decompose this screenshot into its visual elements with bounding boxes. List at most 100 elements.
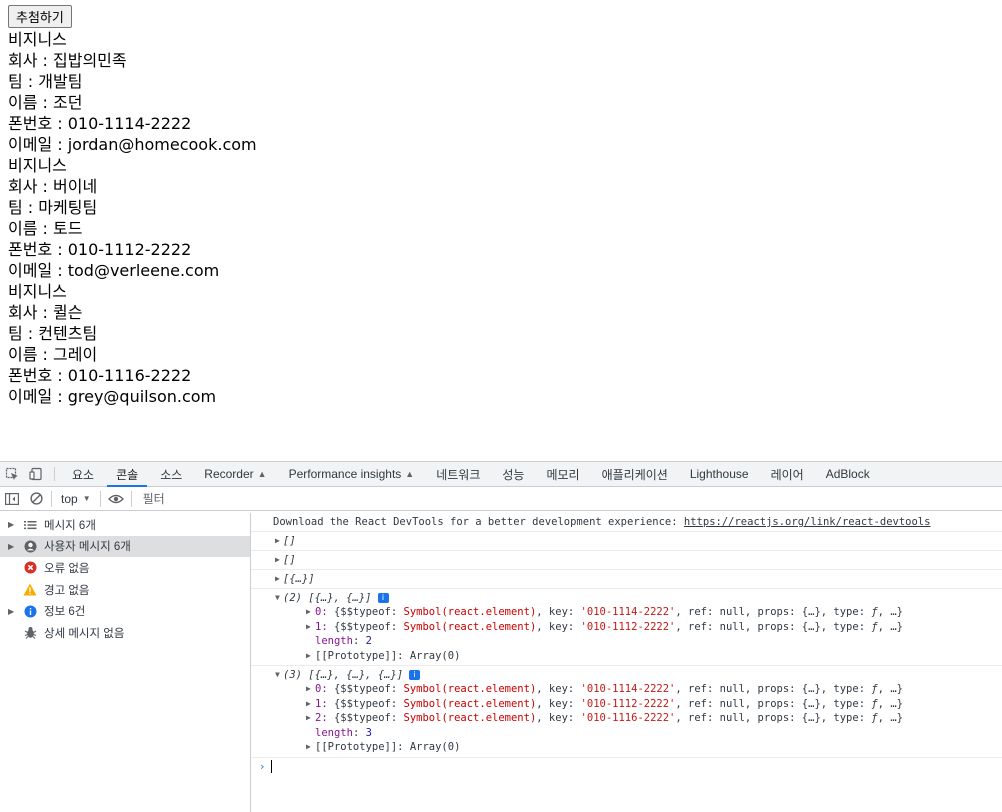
console-toolbar: top ▼ 필터 <box>0 487 1002 511</box>
tab-performance[interactable]: 성능 <box>491 462 535 486</box>
item-key: '010-1112-2222' <box>580 620 676 633</box>
card-phone: 폰번호 : 010-1114-2222 <box>8 114 192 133</box>
log-entry-react-devtools: Download the React DevTools for a better… <box>251 513 1002 532</box>
inspect-element-icon[interactable] <box>0 462 24 486</box>
log-entry[interactable]: ▶ [] <box>251 551 1002 570</box>
tab-elements[interactable]: 요소 <box>61 462 105 486</box>
card-name: 이름 : 조던 <box>8 93 83 112</box>
sidebar-toggle-icon[interactable] <box>0 487 24 511</box>
tab-network[interactable]: 네트워크 <box>425 462 491 486</box>
tab-sources[interactable]: 소스 <box>149 462 193 486</box>
business-card: 비지니스 회사 : 퀼슨 팀 : 컨텐츠팀 이름 : 그레이 폰번호 : 010… <box>8 281 988 407</box>
log-message: Download the React DevTools for a better… <box>273 516 684 528</box>
business-card: 비지니스 회사 : 버이네 팀 : 마케팅팀 이름 : 토드 폰번호 : 010… <box>8 155 988 281</box>
item-index: 0: <box>315 683 334 695</box>
business-card: 비지니스 회사 : 집밥의민족 팀 : 개발팀 이름 : 조던 폰번호 : 01… <box>8 29 988 155</box>
sidebar-item-info[interactable]: ▶ 정보 6건 <box>0 600 250 622</box>
tab-console[interactable]: 콘솔 <box>105 462 149 487</box>
clear-console-icon[interactable] <box>24 487 48 511</box>
array-item[interactable]: ▶ 0: {$$typeof: Symbol(react.element), k… <box>273 605 1002 620</box>
card-category: 비지니스 <box>8 282 67 301</box>
tab-application[interactable]: 애플리케이션 <box>591 462 679 486</box>
array-item[interactable]: ▶ 1: {$$typeof: Symbol(react.element), k… <box>273 697 1002 712</box>
tab-memory[interactable]: 메모리 <box>535 462 590 486</box>
array-prototype[interactable]: ▶ [[Prototype]]: Array(0) <box>273 649 1002 664</box>
sidebar-item-label: 경고 없음 <box>44 584 90 597</box>
text-cursor <box>271 760 273 773</box>
expand-arrow-icon: ▶ <box>306 684 311 693</box>
tab-recorder-label: Recorder <box>204 467 254 481</box>
expand-arrow-icon: ▶ <box>8 541 15 551</box>
info-icon <box>22 604 38 618</box>
log-entry[interactable]: ▶ [{…}] <box>251 570 1002 589</box>
array-prototype[interactable]: ▶ [[Prototype]]: Array(0) <box>273 740 1002 755</box>
flask-icon: ▲ <box>405 469 415 479</box>
item-index: 1: <box>315 697 334 710</box>
tab-layers[interactable]: 레이어 <box>760 462 815 486</box>
array-item[interactable]: ▶ 2: {$$typeof: Symbol(react.element), k… <box>273 711 1002 726</box>
array-length: length: 2 <box>315 635 372 647</box>
expand-arrow-icon: ▶ <box>8 520 15 530</box>
card-team: 팀 : 마케팅팀 <box>8 198 98 217</box>
array-item[interactable]: ▶ 1: {$$typeof: Symbol(react.element), k… <box>273 620 1002 635</box>
array-header: ▼ (3) [{…}, {…}, {…}] i <box>273 668 1002 682</box>
expand-arrow-icon: ▶ <box>275 574 280 583</box>
sidebar-item-warnings[interactable]: 경고 없음 <box>0 579 250 601</box>
sidebar-item-user-messages[interactable]: ▶ 사용자 메시지 6개 <box>0 535 250 558</box>
item-key: '010-1112-2222' <box>580 697 676 710</box>
react-devtools-link[interactable]: https://reactjs.org/link/react-devtools <box>684 516 931 528</box>
expand-arrow-icon: ▶ <box>306 698 311 708</box>
expand-arrow-icon: ▶ <box>306 607 311 616</box>
error-icon <box>22 561 38 575</box>
tab-adblock[interactable]: AdBlock <box>815 462 881 486</box>
expand-arrow-icon: ▶ <box>8 606 15 616</box>
device-toolbar-icon[interactable] <box>24 462 48 486</box>
log-entry-array-2[interactable]: ▼ (2) [{…}, {…}] i ▶ 0: {$$typeof: Symbol… <box>251 589 1002 666</box>
item-key: '010-1116-2222' <box>580 712 676 724</box>
card-name: 이름 : 토드 <box>8 219 83 238</box>
live-expression-eye-icon[interactable] <box>104 487 128 511</box>
card-category: 비지니스 <box>8 30 67 49</box>
log-entry-array-3[interactable]: ▼ (3) [{…}, {…}, {…}] i ▶ 0: {$$typeof: S… <box>251 666 1002 758</box>
draw-button[interactable]: 추첨하기 <box>8 5 72 28</box>
card-phone: 폰번호 : 010-1112-2222 <box>8 240 192 259</box>
card-name: 이름 : 그레이 <box>8 345 98 364</box>
tab-lighthouse[interactable]: Lighthouse <box>679 462 760 486</box>
console-log: Download the React DevTools for a better… <box>251 513 1002 812</box>
sidebar-item-verbose[interactable]: 상세 메시지 없음 <box>0 622 250 644</box>
item-key: '010-1114-2222' <box>580 683 676 695</box>
devtools-tabbar: 요소 콘솔 소스 Recorder ▲ Performance insights ▲… <box>0 462 1002 487</box>
card-email: 이메일 : grey@quilson.com <box>8 387 217 406</box>
expand-arrow-icon: ▶ <box>306 742 311 751</box>
card-team: 팀 : 컨텐츠팀 <box>8 324 98 343</box>
item-key: '010-1114-2222' <box>580 606 676 618</box>
devtools-panel: 요소 콘솔 소스 Recorder ▲ Performance insights ▲… <box>0 461 1002 812</box>
card-category: 비지니스 <box>8 156 67 175</box>
card-email: 이메일 : jordan@homecook.com <box>8 135 257 154</box>
card-email: 이메일 : tod@verleene.com <box>8 261 220 280</box>
filter-input[interactable]: 필터 <box>143 490 165 507</box>
flask-icon: ▲ <box>257 469 267 479</box>
length-value: 2 <box>365 635 372 647</box>
expand-arrow-icon: ▶ <box>275 536 280 545</box>
card-company: 회사 : 버이네 <box>8 177 98 196</box>
sidebar-item-label: 메시지 6개 <box>44 519 96 532</box>
array-item[interactable]: ▶ 0: {$$typeof: Symbol(react.element), k… <box>273 682 1002 697</box>
log-entry[interactable]: ▶ [] <box>251 532 1002 551</box>
collapse-arrow-icon: ▼ <box>275 593 280 602</box>
dropdown-caret-icon: ▼ <box>82 494 91 503</box>
sidebar-item-label: 사용자 메시지 6개 <box>44 541 131 554</box>
array-header: ▼ (2) [{…}, {…}] i <box>273 591 1002 605</box>
expand-arrow-icon: ▶ <box>306 621 311 631</box>
tab-recorder[interactable]: Recorder ▲ <box>193 462 277 486</box>
tab-performance-insights-label: Performance insights <box>288 467 402 481</box>
info-badge-icon: i <box>409 670 421 680</box>
console-prompt-input[interactable]: › <box>251 758 1002 776</box>
context-selector[interactable]: top ▼ <box>55 492 97 506</box>
card-company: 회사 : 집밥의민족 <box>8 51 127 70</box>
tab-performance-insights[interactable]: Performance insights ▲ <box>278 462 426 486</box>
sidebar-item-errors[interactable]: 오류 없음 <box>0 557 250 579</box>
sidebar-item-label: 상세 메시지 없음 <box>44 627 125 640</box>
log-value: (2) [{…}, {…}] <box>283 592 372 604</box>
sidebar-item-messages[interactable]: ▶ 메시지 6개 <box>0 514 250 536</box>
